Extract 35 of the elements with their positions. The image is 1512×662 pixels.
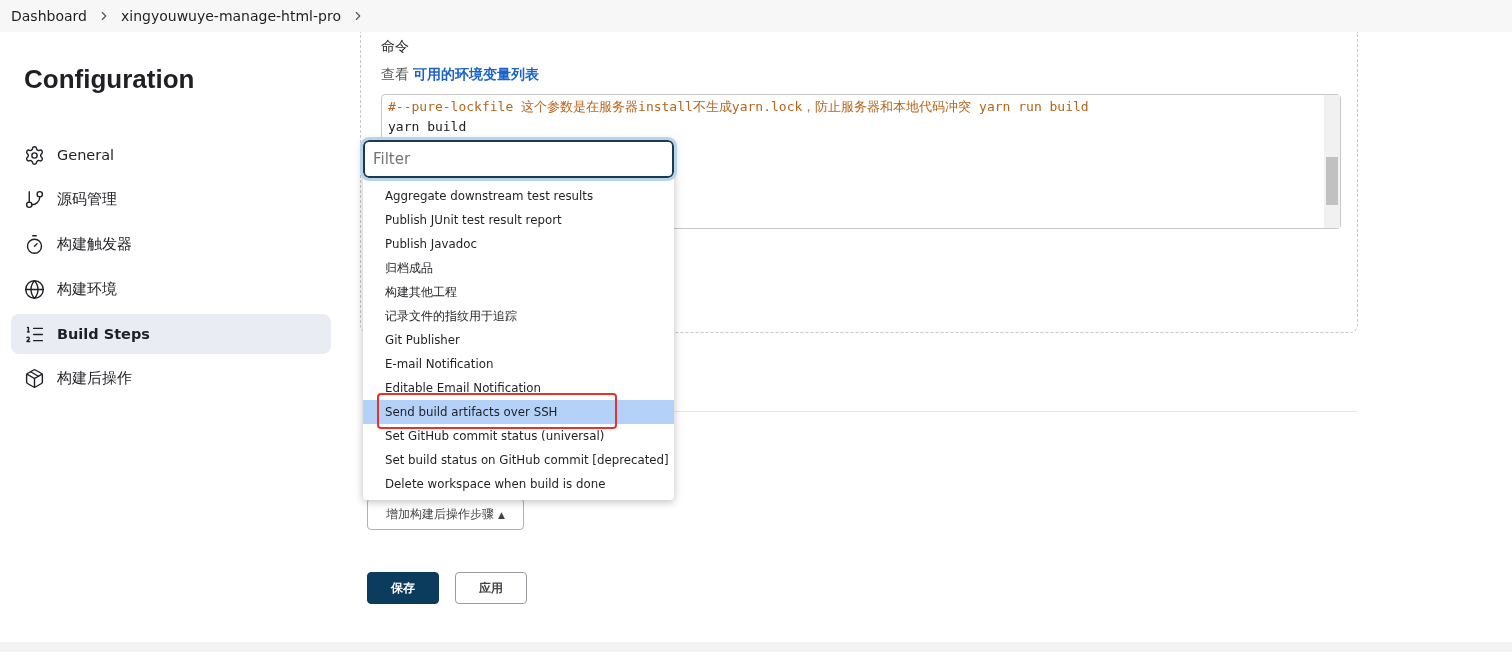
menu-item[interactable]: 记录文件的指纹用于追踪: [363, 304, 674, 328]
menu-item[interactable]: Publish Javadoc: [363, 232, 674, 256]
save-button[interactable]: 保存: [367, 572, 439, 604]
sidebar-item[interactable]: 构建后操作: [11, 359, 331, 399]
help-text: 查看: [381, 66, 409, 82]
help-link[interactable]: 可用的环境变量列表: [413, 66, 540, 82]
menu-item[interactable]: Editable Email Notification: [363, 376, 674, 400]
menu-item[interactable]: Git Publisher: [363, 328, 674, 352]
code-line: yarn build: [388, 118, 468, 136]
menu-item[interactable]: Set GitHub commit status (universal): [363, 424, 674, 448]
menu-item[interactable]: Delete workspace when build is done: [363, 472, 674, 496]
sidebar-item[interactable]: 源码管理: [11, 179, 331, 220]
breadcrumb-link[interactable]: Dashboard: [11, 8, 87, 24]
branch-icon: [24, 189, 45, 211]
sidebar-item[interactable]: 构建触发器: [11, 224, 331, 265]
sidebar-item[interactable]: Build Steps: [11, 314, 331, 355]
sidebar-item[interactable]: 构建环境: [11, 269, 331, 310]
add-step-button[interactable]: 增加构建后操作步骤 ▲: [367, 498, 524, 530]
package-icon: [24, 368, 45, 390]
filter-field[interactable]: Filter: [363, 140, 674, 178]
menu-item[interactable]: E-mail Notification: [363, 352, 674, 376]
timer-icon: [24, 234, 45, 256]
code-line: #--pure-lockfile 这个参数是在服务器install不生成yarn.lock，防止服务器和本地代码冲突 yarn run build: [388, 98, 1090, 116]
scrollbar[interactable]: [1324, 95, 1340, 228]
menu-item[interactable]: 归档成品: [363, 256, 674, 280]
page-title: Configuration: [24, 64, 196, 95]
menu-item[interactable]: Set build status on GitHub commit [deprecated]: [363, 448, 674, 472]
menu-item[interactable]: 构建其他工程: [363, 280, 674, 304]
globe-icon: [24, 278, 45, 300]
sidebar-item[interactable]: General: [11, 135, 331, 175]
field-label: 命令: [381, 38, 410, 56]
settings-icon: [24, 144, 45, 166]
menu-item[interactable]: Send build artifacts over SSH: [363, 400, 674, 424]
apply-button[interactable]: 应用: [455, 572, 527, 604]
breadcrumb-link[interactable]: xingyouwuye-manage-html-pro: [120, 8, 341, 24]
